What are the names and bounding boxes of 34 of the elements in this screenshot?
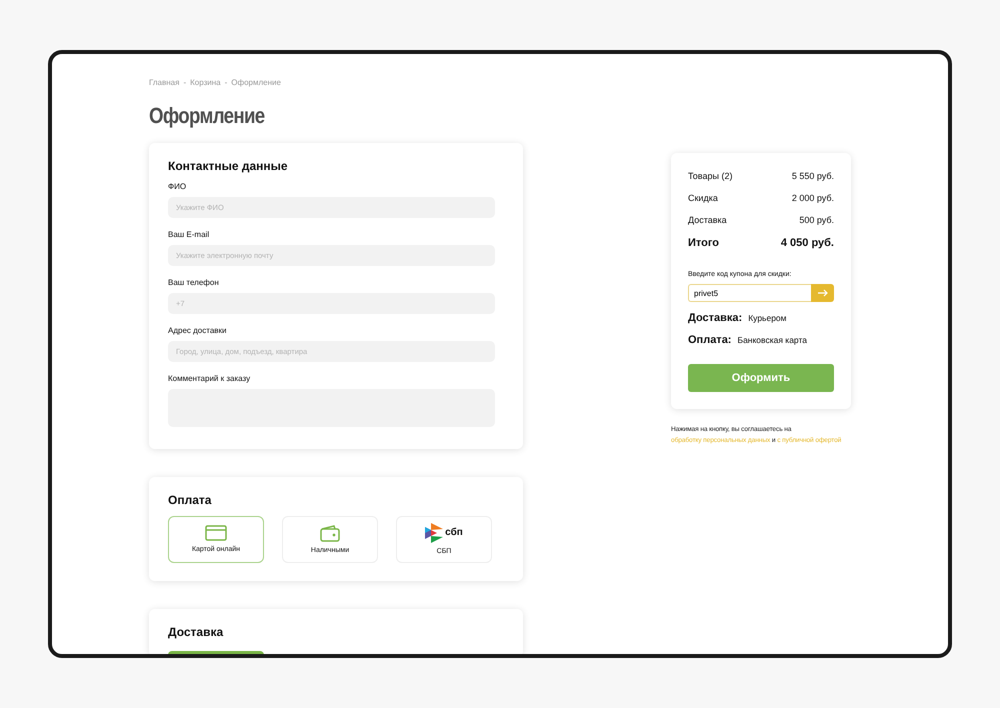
detail-value: Курьером — [748, 313, 787, 323]
field-label: Адрес доставки — [168, 327, 226, 336]
detail-label: Доставка: — [688, 312, 742, 324]
summary-label: Скидка — [688, 193, 718, 203]
field-label: Ваш телефон — [168, 279, 219, 288]
summary-label: Товары (2) — [688, 171, 732, 181]
wallet-icon — [320, 524, 340, 542]
page-title: Оформление — [149, 103, 265, 129]
field-label: ФИО — [168, 183, 186, 192]
section-heading: Оплата — [168, 493, 212, 508]
arrow-right-icon — [818, 289, 828, 297]
summary-value: 5 550 руб. — [792, 171, 834, 181]
breadcrumb-separator: - — [183, 78, 186, 87]
summary-label: Доставка — [688, 215, 727, 225]
apply-coupon-button[interactable] — [811, 284, 834, 302]
summary-value: 2 000 руб. — [792, 193, 834, 203]
summary-value: 4 050 руб. — [780, 237, 834, 249]
field-label: Комментарий к заказу — [168, 375, 250, 384]
breadcrumb-link[interactable]: Корзина — [190, 78, 221, 87]
breadcrumb-link[interactable]: Оформление — [231, 78, 281, 87]
submit-button[interactable]: Оформить — [688, 364, 834, 392]
sbp-logo-icon — [425, 523, 444, 544]
breadcrumb-separator: - — [224, 78, 228, 87]
section-heading: Доставка — [168, 624, 224, 640]
card-icon — [205, 525, 227, 542]
summary-label: Итого — [688, 237, 720, 249]
coupon-field[interactable]: privet5 — [688, 284, 811, 302]
field-label: Ваш E-mail — [168, 231, 210, 240]
breadcrumb-link[interactable]: Главная — [149, 78, 180, 87]
summary-value: 500 руб. — [799, 215, 834, 225]
detail-label: Оплата: — [688, 334, 732, 346]
logo-text: сбп — [445, 528, 463, 538]
section-heading: Контактные данные — [168, 159, 289, 174]
detail-value: Банковская карта — [737, 335, 807, 345]
